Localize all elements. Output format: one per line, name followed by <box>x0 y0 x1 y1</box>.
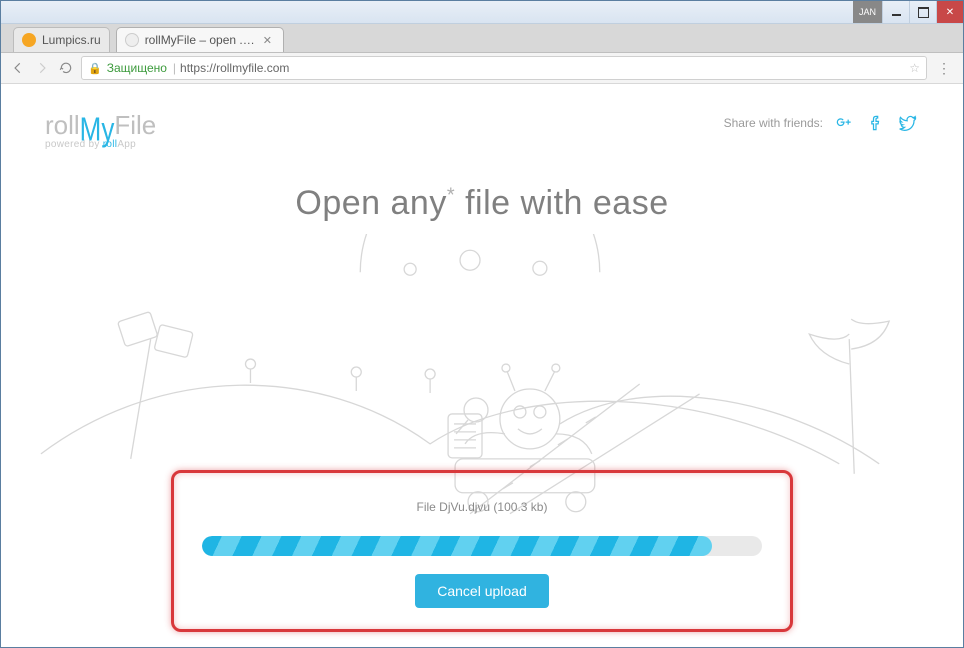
window-minimize-button[interactable] <box>882 1 909 23</box>
secure-label: Защищено <box>107 61 167 75</box>
browser-tab[interactable]: Lumpics.ru <box>13 27 110 52</box>
address-bar[interactable]: 🔒 Защищено | https://rollmyfile.com ☆ <box>81 56 927 80</box>
window-maximize-button[interactable] <box>909 1 936 23</box>
share-bar: Share with friends: <box>724 112 919 134</box>
upload-file-label: File DjVu.djvu (100.3 kb) <box>417 500 548 514</box>
site-logo[interactable]: rollMyFile powered by rollApp <box>45 112 156 150</box>
upload-panel: File DjVu.djvu (100.3 kb) Cancel upload <box>1 500 963 608</box>
nav-reload-button[interactable] <box>57 59 75 77</box>
twitter-icon[interactable] <box>897 112 919 134</box>
user-badge: JAN <box>853 1 882 23</box>
window-close-button[interactable] <box>936 1 963 23</box>
url-text: https://rollmyfile.com <box>180 61 289 75</box>
tab-title: Lumpics.ru <box>42 33 101 47</box>
page-content: rollMyFile powered by rollApp Share with… <box>1 84 963 648</box>
lock-icon: 🔒 <box>88 62 102 75</box>
nav-back-button[interactable] <box>9 59 27 77</box>
favicon-icon <box>22 33 36 47</box>
nav-forward-button[interactable] <box>33 59 51 77</box>
share-label: Share with friends: <box>724 116 823 130</box>
googleplus-icon[interactable] <box>833 112 855 134</box>
browser-menu-button[interactable]: ⋮ <box>933 60 955 77</box>
cancel-upload-button[interactable]: Cancel upload <box>415 574 549 608</box>
browser-toolbar: 🔒 Защищено | https://rollmyfile.com ☆ ⋮ <box>1 53 963 84</box>
page-heading: Open any* file with ease <box>45 184 919 223</box>
browser-tab-active[interactable]: rollMyFile – open .doc, ✕ <box>116 27 284 52</box>
favicon-icon <box>125 33 139 47</box>
browser-tab-strip: Lumpics.ru rollMyFile – open .doc, ✕ <box>1 24 963 53</box>
upload-progress-fill <box>202 536 712 556</box>
hero-illustration <box>1 234 963 534</box>
bookmark-star-icon[interactable]: ☆ <box>909 61 920 75</box>
window-titlebar: JAN <box>1 1 963 24</box>
facebook-icon[interactable] <box>865 112 887 134</box>
tab-close-icon[interactable]: ✕ <box>263 34 275 47</box>
upload-progress-bar <box>202 536 762 556</box>
tab-title: rollMyFile – open .doc, <box>145 33 257 47</box>
